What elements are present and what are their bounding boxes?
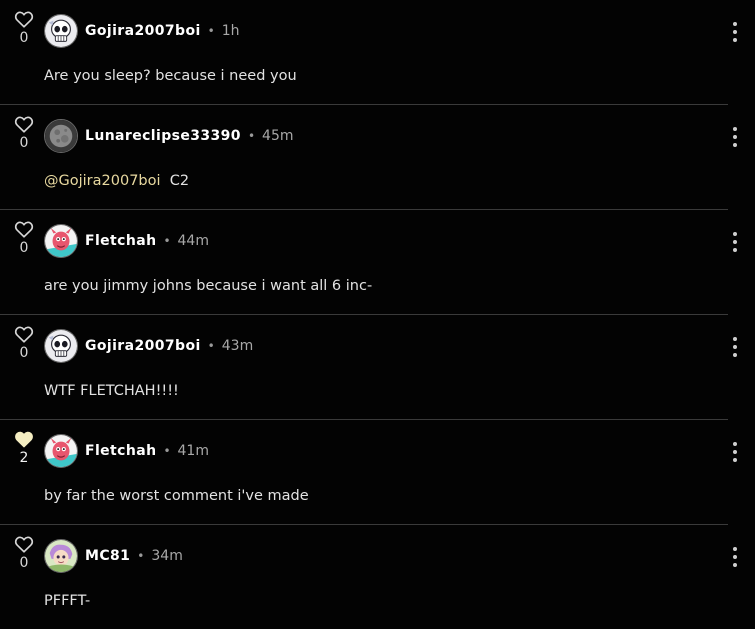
heart-icon[interactable] [14, 10, 34, 28]
heart-icon[interactable] [14, 535, 34, 553]
username-link[interactable]: Gojira2007boi [85, 22, 201, 40]
heart-icon[interactable] [14, 220, 34, 238]
comment-body: by far the worst comment i've made [44, 488, 309, 504]
comment-text: PFFFT- [44, 591, 90, 611]
more-options-icon[interactable] [728, 442, 742, 462]
like-control: 2 [12, 430, 36, 466]
comment-item: 0 Gojira2007boi • 43m WTF FLETCHAH!!!! [0, 315, 737, 420]
comment-text: are you jimmy johns because i want all 6… [44, 276, 372, 296]
separator-dot: • [163, 444, 171, 458]
separator-dot: • [207, 24, 215, 38]
comment-body: PFFFT- [44, 593, 91, 609]
like-control: 0 [12, 115, 36, 151]
timestamp: 44m [177, 233, 209, 249]
heart-icon[interactable] [14, 115, 34, 133]
timestamp: 34m [151, 548, 183, 564]
comment-text: Are you sleep? because i need you [44, 66, 297, 86]
comment-meta: MC81 • 34m [85, 547, 183, 565]
dragon-avatar[interactable] [44, 224, 78, 258]
comment-meta: Fletchah • 44m [85, 232, 209, 250]
more-options-icon[interactable] [728, 547, 742, 567]
separator-dot: • [247, 129, 256, 143]
heart-icon[interactable] [14, 325, 34, 343]
like-control: 0 [12, 220, 36, 256]
username-link[interactable]: Lunareclipse33390 [85, 127, 241, 145]
username-link[interactable]: Fletchah [85, 232, 156, 250]
like-control: 0 [12, 535, 36, 571]
comment-item: 0 Gojira2007boi • 1h Are you sleep? beca… [0, 0, 737, 105]
timestamp: 45m [262, 128, 294, 144]
comment-body: C2 [160, 173, 190, 189]
comment-body: WTF FLETCHAH!!!! [44, 383, 179, 399]
like-count: 0 [19, 30, 29, 46]
like-count: 2 [19, 450, 29, 466]
comment-text: @Gojira2007boi C2 [44, 171, 189, 191]
mention-link[interactable]: @Gojira2007boi [44, 173, 161, 189]
timestamp: 41m [177, 443, 209, 459]
heart-filled-icon[interactable] [14, 430, 34, 448]
comment-item: 0 Fletchah • 44m are you jimmy johns bec… [0, 210, 737, 315]
comment-body: Are you sleep? because i need you [44, 68, 297, 84]
like-count: 0 [19, 555, 29, 571]
comment-meta: Gojira2007boi • 1h [85, 22, 240, 40]
like-count: 0 [19, 240, 29, 256]
separator-dot: • [137, 549, 145, 563]
comment-item: 2 Fletchah • 41m by far the worst commen… [0, 420, 737, 525]
skull-avatar[interactable] [44, 329, 78, 363]
username-link[interactable]: Gojira2007boi [85, 337, 201, 355]
username-link[interactable]: MC81 [85, 547, 130, 565]
like-count: 0 [19, 345, 29, 361]
comment-item: 0 MC81 • 34m PFFFT- [0, 525, 737, 629]
comment-text: by far the worst comment i've made [44, 486, 309, 506]
more-options-icon[interactable] [728, 337, 742, 357]
more-options-icon[interactable] [728, 22, 742, 42]
timestamp: 43m [221, 338, 254, 354]
comment-body: are you jimmy johns because i want all 6… [44, 278, 373, 294]
like-count: 0 [19, 135, 29, 151]
character-avatar[interactable] [44, 539, 78, 573]
like-control: 0 [12, 325, 36, 361]
skull-avatar[interactable] [44, 14, 78, 48]
separator-dot: • [163, 234, 171, 248]
comment-meta: Fletchah • 41m [85, 442, 209, 460]
separator-dot: • [207, 339, 215, 353]
comment-item: 0 Lunareclipse33390 • 45m @Gojira2007boi… [0, 105, 737, 210]
comment-meta: Lunareclipse33390 • 45m [85, 127, 294, 145]
more-options-icon[interactable] [728, 232, 742, 252]
dragon-avatar[interactable] [44, 434, 78, 468]
comment-thread: 0 Gojira2007boi • 1h Are you sleep? beca… [0, 0, 755, 629]
timestamp: 1h [221, 23, 240, 39]
comment-text: WTF FLETCHAH!!!! [44, 381, 179, 401]
moon-avatar[interactable] [44, 119, 78, 153]
comment-meta: Gojira2007boi • 43m [85, 337, 253, 355]
more-options-icon[interactable] [728, 127, 742, 147]
like-control: 0 [12, 10, 36, 46]
username-link[interactable]: Fletchah [85, 442, 156, 460]
